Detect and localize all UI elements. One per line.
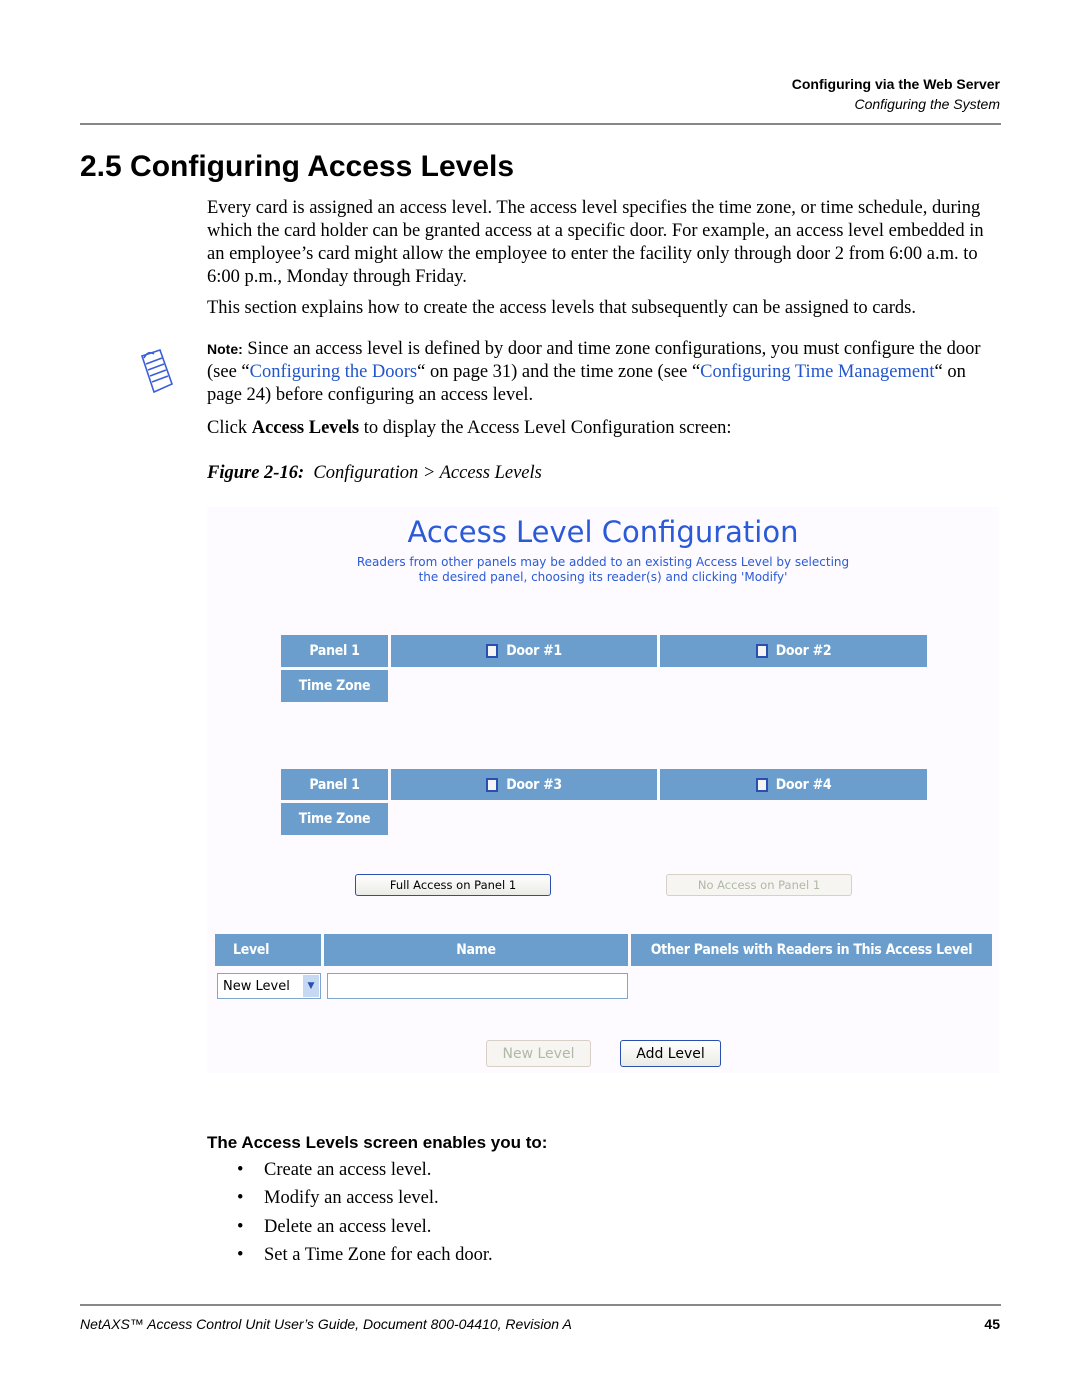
list-item: • Delete an access level. (237, 1216, 432, 1237)
door-4-checkbox[interactable] (755, 777, 768, 792)
explain-paragraph: This section explains how to create the … (207, 298, 916, 318)
link-configuring-doors[interactable]: Configuring the Doors (250, 362, 418, 382)
door-3-header[interactable]: Door #3 (391, 769, 657, 800)
note-paragraph: Note: Since an access level is defined b… (207, 339, 981, 405)
door-1-header[interactable]: Door #1 (391, 635, 657, 667)
intro-paragraph: Every card is assigned an access level. … (207, 198, 984, 287)
list-item: • Modify an access level. (237, 1188, 439, 1209)
header-divider (80, 123, 1001, 125)
footer-divider (80, 1304, 1001, 1306)
door-4-header[interactable]: Door #4 (660, 769, 927, 800)
instruction-paragraph: Click Access Levels to display the Acces… (207, 418, 732, 438)
footer-document-title: NetAXS™ Access Control Unit User’s Guide… (80, 1316, 572, 1332)
full-access-button[interactable]: Full Access on Panel 1 (355, 874, 551, 896)
panel-label: Panel 1 (281, 635, 388, 667)
level-name-input[interactable] (327, 973, 628, 999)
door-2-header[interactable]: Door #2 (660, 635, 927, 667)
enables-heading: The Access Levels screen enables you to: (207, 1133, 548, 1152)
time-zone-label: Time Zone (281, 670, 388, 702)
other-panels-column-header: Other Panels with Readers in This Access… (631, 934, 992, 966)
list-item: • Create an access level. (237, 1160, 432, 1180)
list-item: • Set a Time Zone for each door. (237, 1244, 493, 1265)
add-level-button[interactable]: Add Level (620, 1040, 721, 1067)
door-1-checkbox[interactable] (486, 644, 499, 658)
time-zone-label: Time Zone (281, 803, 388, 835)
new-level-button[interactable]: New Level (486, 1040, 591, 1067)
note-pad-icon (136, 346, 178, 396)
link-configuring-time-management[interactable]: Configuring Time Management (700, 362, 934, 382)
enables-list: • Create an access level. • Modify an acce… (237, 1160, 493, 1273)
door-2-checkbox[interactable] (755, 644, 768, 658)
screen-title: Access Level Configuration (407, 515, 799, 549)
no-access-button[interactable]: No Access on Panel 1 (666, 874, 852, 896)
panel-label: Panel 1 (281, 769, 388, 800)
screen-subtitle: Readers from other panels may be added t… (356, 555, 850, 584)
door-3-checkbox[interactable] (486, 777, 499, 792)
level-column-header: Level (215, 934, 321, 966)
name-column-header: Name (324, 934, 628, 966)
section-title: 2.5 Configuring Access Levels (80, 150, 515, 183)
running-header-section: Configuring the System (854, 96, 1000, 112)
level-select[interactable]: New Level ▼ (217, 973, 321, 999)
figure-caption: Figure 2-16: Configuration > Access Leve… (207, 463, 542, 483)
page-number: 45 (984, 1316, 1000, 1332)
chevron-down-icon[interactable]: ▼ (303, 975, 319, 997)
running-header-chapter: Configuring via the Web Server (791, 76, 1000, 92)
note-label: Note: (207, 341, 243, 357)
access-level-config-screenshot: Access Level Configuration Readers from … (207, 507, 999, 1073)
